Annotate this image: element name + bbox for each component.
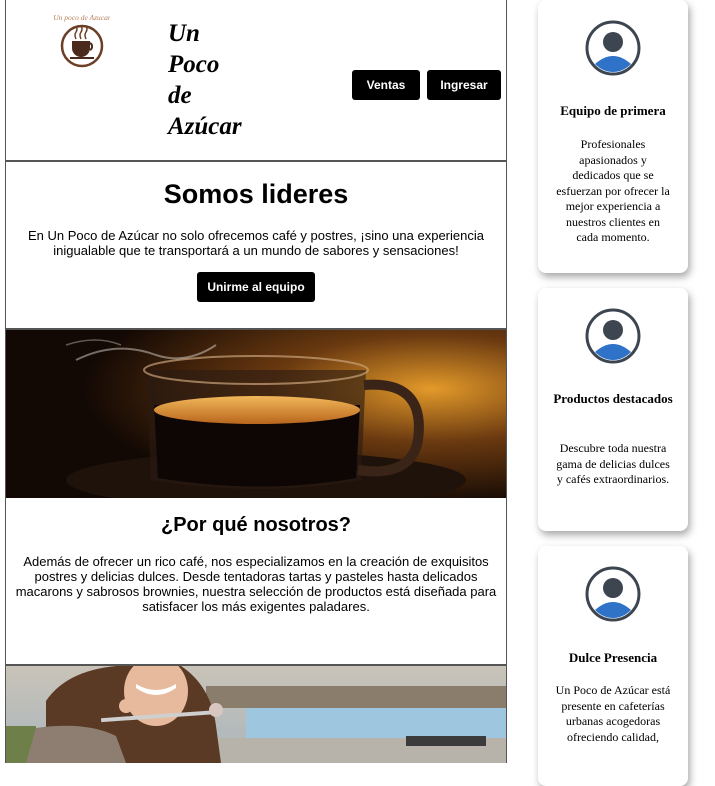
ingresar-button[interactable]: Ingresar [427,70,501,100]
hero-title: Somos lideres [163,179,349,209]
coffee-cup-logo-icon[interactable]: Un poco de Azucar [54,10,110,68]
card-title: Productos destacados [553,391,673,406]
why-title: ¿Por qué nosotros? [161,514,351,536]
brand-line: Poco [168,51,220,78]
card-title: Dulce Presencia [568,650,658,665]
card-title: Equipo de primera [560,103,666,118]
user-avatar-icon [585,20,641,76]
site-header: Un poco de Azucar Un Poco de Azúcar Vent… [6,0,506,162]
woman-dessert-image [6,666,506,763]
card-text: Descubre toda nuestra gama de delicias d… [556,441,670,486]
user-avatar-icon [585,308,641,364]
why-us-section: ¿Por qué nosotros? Además de ofrecer un … [6,498,506,666]
user-avatar-icon [585,566,641,622]
feature-card: Dulce Presencia Un Poco de Azúcar está p… [538,546,688,786]
logo-text: Un poco de Azucar [54,13,110,22]
brand-line: Azúcar [168,113,242,140]
brand-line: de [168,82,192,109]
coffee-cup-image [6,330,506,498]
main-column: Un poco de Azucar Un Poco de Azúcar Vent… [5,0,507,763]
card-text: Profesionales apasionados y dedicados qu… [556,137,670,244]
feature-card: Productos destacados Descubre toda nuest… [538,288,688,531]
brand-title: Un Poco de Azúcar [168,18,278,142]
hero-text: En Un Poco de Azúcar no solo ofrecemos c… [28,228,484,258]
join-team-button[interactable]: Unirme al equipo [197,272,315,302]
brand-line: Un [168,20,200,47]
feature-card: Equipo de primera Profesionales apasiona… [538,0,688,273]
card-text: Un Poco de Azúcar está presente en cafet… [555,683,671,744]
why-text: Además de ofrecer un rico café, nos espe… [15,554,497,614]
hero-section: Somos lideres En Un Poco de Azúcar no so… [6,162,506,330]
ventas-button[interactable]: Ventas [352,70,420,100]
